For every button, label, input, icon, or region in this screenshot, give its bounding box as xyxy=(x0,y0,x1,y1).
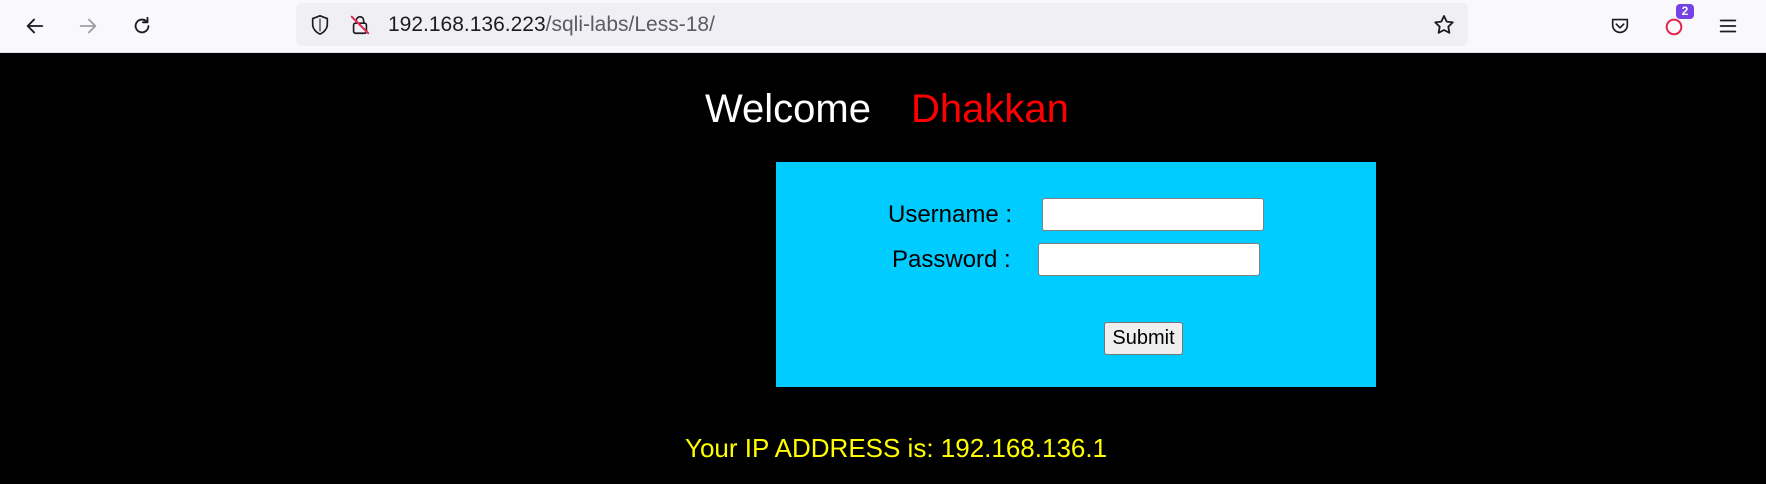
back-icon xyxy=(26,18,44,34)
url-path: /sqli-labs/Less-18/ xyxy=(545,13,715,36)
bookmark-star-icon xyxy=(1434,15,1454,34)
back-button[interactable] xyxy=(17,8,53,44)
login-form: Username : Password : Submit xyxy=(776,162,1376,387)
site-security-button[interactable] xyxy=(348,13,372,37)
welcome-heading: Welcome Dhakkan xyxy=(705,84,1069,134)
tracking-protection-button[interactable] xyxy=(308,13,332,37)
pocket-icon xyxy=(1611,18,1629,34)
forward-icon xyxy=(79,18,97,34)
page-content: Welcome Dhakkan Username : Password : Sub… xyxy=(0,54,1766,484)
url-bar[interactable]: 192.168.136.223/sqli-labs/Less-18/ xyxy=(296,3,1468,46)
reload-icon xyxy=(134,16,150,34)
pocket-button[interactable] xyxy=(1602,8,1638,44)
user-name: Dhakkan xyxy=(910,87,1069,131)
reload-button[interactable] xyxy=(124,8,160,44)
ip-address-text: Your IP ADDRESS is: 192.168.136.1 xyxy=(685,433,1108,463)
username-label: Username : xyxy=(888,201,1013,228)
menu-button[interactable] xyxy=(1710,8,1746,44)
insecure-lock-icon xyxy=(350,15,370,35)
forward-button[interactable] xyxy=(70,8,106,44)
shield-icon xyxy=(311,15,329,35)
submit-button[interactable]: Submit xyxy=(1104,322,1183,355)
notification-badge: 2 xyxy=(1676,4,1694,19)
url-host: 192.168.136.223 xyxy=(388,13,546,36)
username-input[interactable] xyxy=(1042,198,1264,231)
bookmark-button[interactable] xyxy=(1432,13,1456,37)
browser-toolbar: 192.168.136.223/sqli-labs/Less-18/ 2 xyxy=(0,0,1766,53)
url-text[interactable]: 192.168.136.223/sqli-labs/Less-18/ xyxy=(388,12,715,38)
password-input[interactable] xyxy=(1038,243,1260,276)
menu-icon xyxy=(1719,19,1737,33)
password-label: Password : xyxy=(892,246,1011,273)
welcome-text: Welcome xyxy=(705,87,871,131)
